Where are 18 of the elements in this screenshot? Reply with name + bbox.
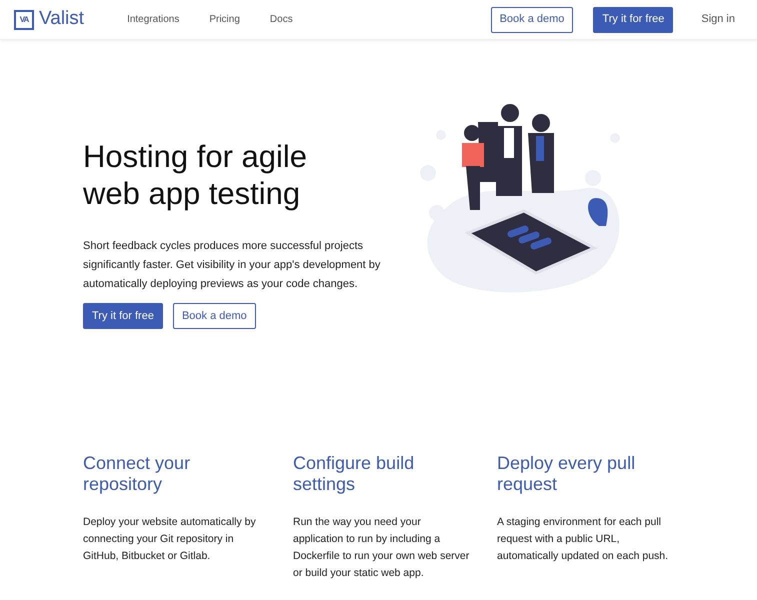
feature-description: A staging environment for each pull request with a public URL, automatically updated on each push.: [497, 515, 670, 564]
hero-title: Hosting for agile web app testing: [83, 138, 308, 212]
feature-title: Configure build settings: [293, 453, 416, 495]
feature-description: Deploy your website automatically by connecting your Git repository in GitHub, Bitbucket or Gitlab.: [83, 515, 257, 564]
try-free-button[interactable]: Try it for free: [83, 303, 163, 329]
book-demo-button[interactable]: Book a demo: [172, 303, 256, 329]
hero-description: Short feedback cycles produces more successful projects significantly faster. Get visibility in your app's development by automatically deploying previews as your code changes.: [83, 239, 382, 292]
feature-description: Run the way you need your application to run by including a Dockerfile to run your own web server or build your static web app.: [293, 515, 470, 581]
nav-link[interactable]: Integrations: [127, 12, 180, 27]
logo-text[interactable]: Valist: [39, 5, 84, 34]
logo-mark[interactable]: VA: [14, 10, 34, 30]
nav-link[interactable]: Pricing: [209, 12, 240, 27]
book-demo-button[interactable]: Book a demo: [490, 6, 574, 32]
feature-title: Deploy every pull request: [497, 453, 636, 495]
feature-title: Connect your repository: [83, 453, 192, 495]
try-free-button[interactable]: Try it for free: [593, 6, 674, 32]
nav-link[interactable]: Docs: [270, 12, 293, 27]
sign-in-link[interactable]: Sign in: [693, 6, 743, 32]
